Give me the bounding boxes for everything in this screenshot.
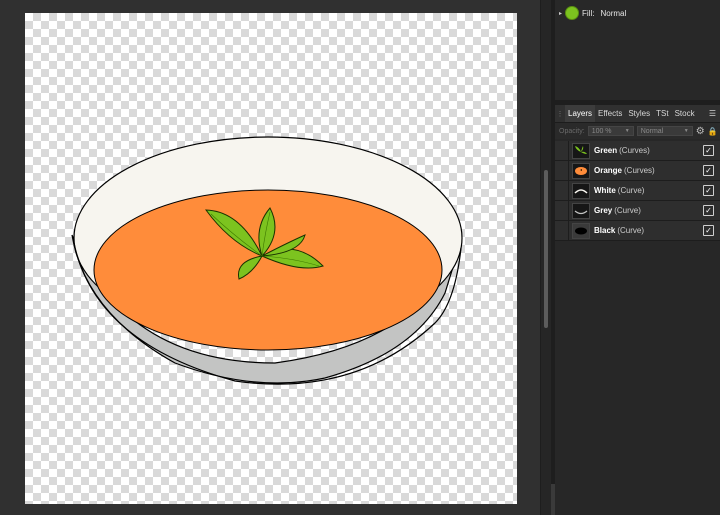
tab-tst[interactable]: TSt	[653, 105, 671, 122]
layer-name: Green	[594, 146, 618, 155]
layer-name: Grey	[594, 206, 613, 215]
layers-panel: ⋮ Layers Effects Styles TSt Stock ☰ Opac…	[555, 105, 720, 515]
fill-label: Fill:	[582, 8, 595, 18]
tab-styles[interactable]: Styles	[625, 105, 653, 122]
tab-layers[interactable]: Layers	[565, 105, 596, 122]
layer-thumbnail	[572, 222, 590, 239]
layer-name: Black	[594, 226, 616, 235]
layer-row-white[interactable]: White (Curve) ✓	[555, 181, 720, 201]
layer-type: (Curve)	[617, 186, 645, 195]
chevron-down-icon: ▼	[683, 128, 689, 134]
visibility-checkbox[interactable]: ✓	[703, 225, 714, 236]
fill-color-swatch[interactable]	[565, 6, 580, 20]
fill-blend-mode[interactable]: Normal	[600, 9, 626, 18]
visibility-checkbox[interactable]: ✓	[703, 145, 714, 156]
layer-type: (Curves)	[624, 166, 655, 175]
panel-grip-icon[interactable]: ⋮	[555, 105, 565, 122]
chevron-down-icon: ▼	[624, 128, 630, 134]
gear-icon[interactable]: ⚙	[696, 126, 705, 137]
layer-thumbnail	[572, 162, 590, 179]
layer-type: (Curves)	[619, 146, 650, 155]
document-workspace	[0, 0, 540, 515]
tab-stock[interactable]: Stock	[672, 105, 698, 122]
panel-menu-icon[interactable]: ☰	[705, 105, 720, 122]
layer-thumbnail	[572, 202, 590, 219]
tab-effects[interactable]: Effects	[595, 105, 625, 122]
visibility-checkbox[interactable]: ✓	[703, 205, 714, 216]
layer-type: (Curve)	[614, 206, 641, 215]
lock-icon[interactable]: 🔒	[708, 127, 718, 136]
layer-row-green[interactable]: Green (Curves) ✓	[555, 141, 720, 161]
layer-name: White	[594, 186, 616, 195]
layer-row-black[interactable]: Black (Curve) ✓	[555, 221, 720, 241]
layers-list: Green (Curves) ✓ Orange (Curves) ✓ White…	[555, 141, 720, 241]
expand-arrow-icon[interactable]: ▸	[559, 10, 562, 17]
soup-bowl-illustration	[71, 136, 463, 385]
visibility-checkbox[interactable]: ✓	[703, 165, 714, 176]
layer-row-orange[interactable]: Orange (Curves) ✓	[555, 161, 720, 181]
layer-name: Orange	[594, 166, 623, 175]
fill-panel: ▸ Fill: Normal	[555, 0, 720, 100]
canvas-scrollbar-thumb[interactable]	[544, 170, 548, 328]
layer-row-grey[interactable]: Grey (Curve) ✓	[555, 201, 720, 221]
opacity-label: Opacity:	[559, 127, 585, 135]
opacity-value: 100 %	[591, 127, 612, 135]
layer-type: (Curve)	[617, 226, 645, 235]
layer-thumbnail	[572, 142, 590, 159]
fill-row[interactable]: ▸ Fill: Normal	[559, 6, 626, 20]
panel-tabbar: ⋮ Layers Effects Styles TSt Stock ☰	[555, 105, 720, 123]
document-canvas[interactable]	[25, 13, 517, 504]
opacity-dropdown[interactable]: 100 % ▼	[587, 126, 634, 136]
layer-thumbnail	[572, 182, 590, 199]
blend-mode-value: Normal	[640, 127, 664, 135]
blend-mode-dropdown[interactable]: Normal ▼	[636, 126, 693, 136]
visibility-checkbox[interactable]: ✓	[703, 185, 714, 196]
layer-controls: Opacity: 100 % ▼ Normal ▼ ⚙ 🔒	[555, 123, 720, 139]
